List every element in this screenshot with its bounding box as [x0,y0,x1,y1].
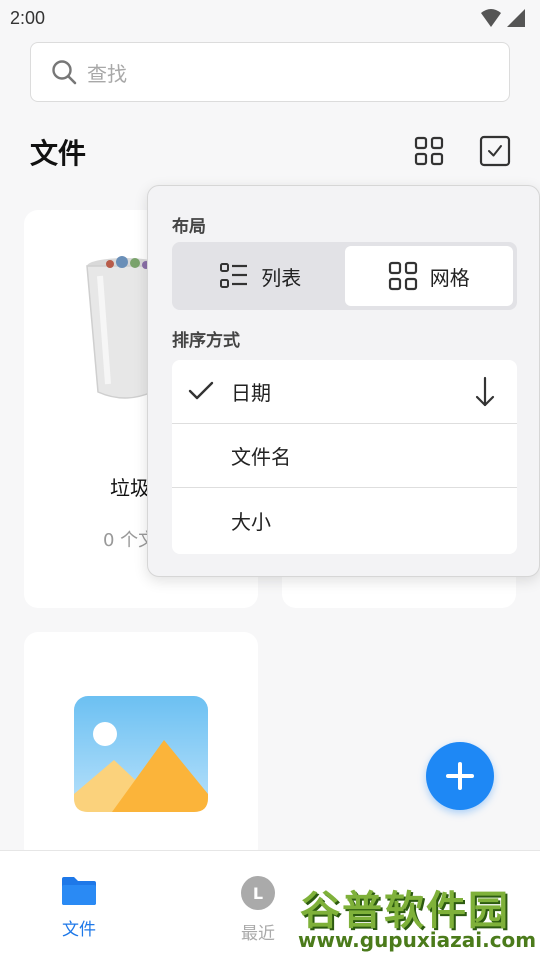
list-icon [220,263,248,288]
nav-files-label: 文件 [62,920,96,940]
check-icon [188,381,214,400]
status-icons [480,8,526,28]
layout-list-label: 列表 [261,265,302,290]
layout-toggle-button[interactable] [410,132,448,170]
page-title: 文件 [30,137,87,170]
wifi-icon [481,9,501,27]
grid-icon [414,136,444,166]
recent-badge: L [253,884,263,903]
trash-folder-title: 垃圾 [110,476,150,500]
signal-icon [507,9,525,27]
sort-size-label: 大小 [231,509,271,534]
sort-options-list: 日期 文件名 大小 [172,360,517,554]
arrow-down-icon[interactable] [475,376,495,408]
view-options-menu: 布局 列表 网格 排序方式 日期 文件名 大小 [147,185,540,577]
nav-recent[interactable]: L 最近 [240,875,276,944]
watermark-logo: 谷普软件园 www.gupuxiazai.com [294,872,540,960]
sort-date-label: 日期 [231,381,271,405]
sort-section-label: 排序方式 [172,331,240,351]
select-mode-button[interactable] [476,132,514,170]
nav-recent-label: 最近 [241,924,275,944]
nav-files[interactable]: 文件 [60,875,98,940]
sort-by-filename[interactable]: 文件名 [172,424,517,488]
grid-icon [388,261,417,291]
watermark-url: www.gupuxiazai.com [298,928,537,952]
image-icon [74,696,208,812]
folder-icon [62,877,96,905]
layout-section-label: 布局 [172,217,206,237]
layout-list-button[interactable]: 列表 [176,246,345,306]
layout-segmented-control: 列表 网格 [172,242,517,310]
add-button[interactable] [426,742,494,810]
search-input[interactable]: 查找 [30,42,510,102]
checkbox-icon [479,135,511,167]
sort-by-date[interactable]: 日期 [172,360,517,424]
status-bar: 2:00 [0,0,540,36]
sort-by-size[interactable]: 大小 [172,488,517,552]
layout-grid-label: 网格 [429,265,470,290]
plus-icon [446,762,474,790]
layout-grid-button[interactable]: 网格 [344,246,513,306]
sort-filename-label: 文件名 [231,445,291,469]
recent-icon: L [241,876,275,910]
images-folder-card[interactable] [24,632,258,862]
search-icon [52,60,77,85]
status-time: 2:00 [10,7,46,28]
search-placeholder: 查找 [87,61,127,86]
